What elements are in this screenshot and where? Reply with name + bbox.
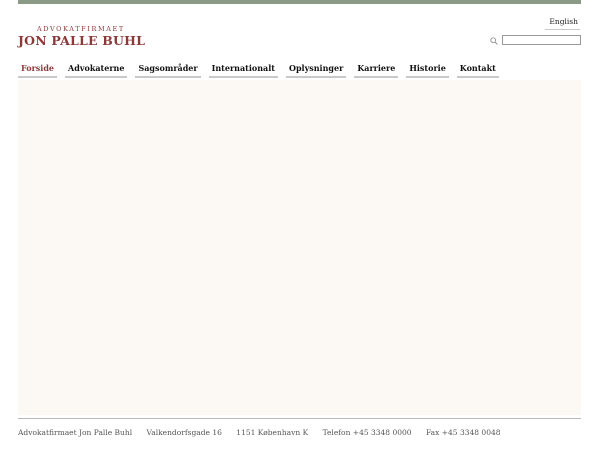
footer-divider [18, 418, 581, 419]
footer-street: Valkendorfsgade 16 [146, 428, 222, 437]
footer-fax: Fax +45 3348 0048 [425, 428, 501, 437]
footer-phone: Telefon +45 3348 0000 [322, 428, 412, 437]
top-accent-bar [18, 0, 581, 4]
nav-item-kontakt[interactable]: Kontakt [456, 64, 499, 78]
nav-item-internationalt[interactable]: Internationalt [208, 64, 278, 78]
nav-item-sagsomrader[interactable]: Sagsområder [135, 64, 201, 78]
logo-name: JON PALLE BUHL [18, 33, 146, 48]
footer-company: Advokatfirmaet Jon Palle Buhl [18, 428, 133, 437]
nav-item-karriere[interactable]: Karriere [354, 64, 399, 78]
footer-city: 1151 København K [236, 428, 309, 437]
nav-item-historie[interactable]: Historie [406, 64, 449, 78]
site-logo[interactable]: ADVOKATFIRMAET JON PALLE BUHL [18, 25, 145, 49]
search-input[interactable] [502, 35, 581, 45]
nav-item-forside[interactable]: Forside [18, 64, 58, 78]
main-navigation: Forside Advokaterne Sagsområder Internat… [18, 64, 507, 78]
main-content-area [18, 80, 581, 415]
nav-item-oplysninger[interactable]: Oplysninger [285, 64, 347, 78]
search-icon[interactable] [490, 37, 498, 45]
language-link-english[interactable]: English [545, 17, 580, 30]
footer: Advokatfirmaet Jon Palle Buhl Valkendorf… [18, 428, 513, 437]
nav-item-advokaterne[interactable]: Advokaterne [65, 64, 128, 78]
logo-tagline: ADVOKATFIRMAET [37, 25, 125, 33]
